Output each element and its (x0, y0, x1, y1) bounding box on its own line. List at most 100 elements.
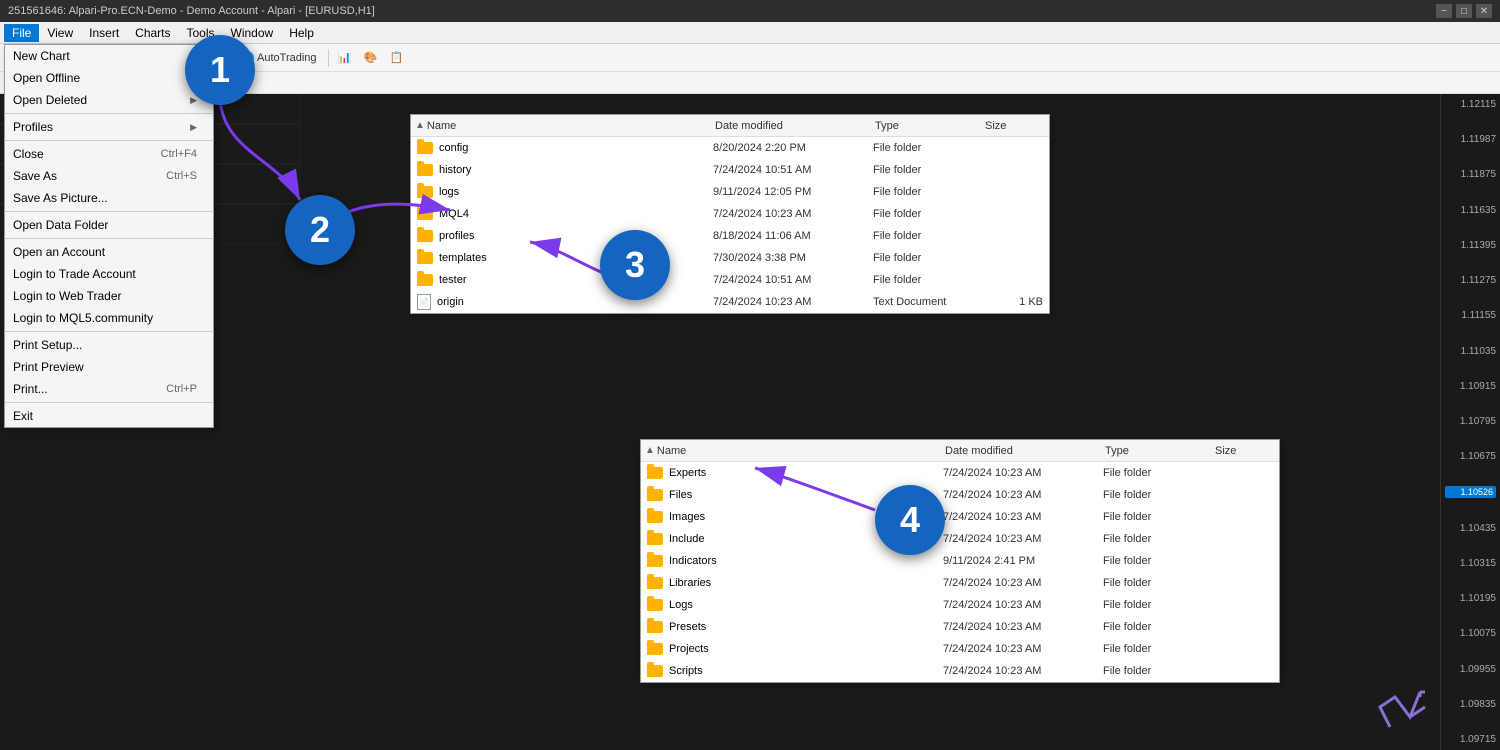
menu-item-login-to-mql5-community[interactable]: Login to MQL5.community (5, 307, 213, 329)
menu-view[interactable]: View (39, 24, 81, 42)
file-type: Text Document (873, 296, 983, 308)
menu-item-save-as-picture-[interactable]: Save As Picture... (5, 187, 213, 209)
menu-item-label: New Chart (13, 49, 70, 63)
menu-separator (5, 113, 213, 114)
folder-icon (647, 555, 663, 567)
file-type: File folder (1103, 489, 1213, 501)
file-name: Presets (669, 621, 943, 633)
folder-icon (647, 577, 663, 589)
file-date: 8/20/2024 2:20 PM (713, 142, 873, 154)
color-btn[interactable]: 🎨 (359, 47, 383, 69)
menu-separator (5, 402, 213, 403)
explorer-header-bottom: ▲ Name Date modified Type Size (641, 440, 1279, 462)
menu-item-label: Exit (13, 409, 33, 423)
menu-insert[interactable]: Insert (81, 24, 127, 42)
col-date-top[interactable]: Date modified (715, 120, 875, 132)
explorer-row[interactable]: MQL4 7/24/2024 10:23 AM File folder (411, 203, 1049, 225)
folder-icon (647, 489, 663, 501)
explorer-row[interactable]: config 8/20/2024 2:20 PM File folder (411, 137, 1049, 159)
title-text: 251561646: Alpari-Pro.ECN-Demo - Demo Ac… (8, 5, 375, 17)
file-type: File folder (873, 252, 983, 264)
col-date-bottom[interactable]: Date modified (945, 445, 1105, 457)
menu-item-open-deleted[interactable]: Open Deleted (5, 89, 213, 111)
explorer-row[interactable]: Presets 7/24/2024 10:23 AM File folder (641, 616, 1279, 638)
explorer-row[interactable]: Include 7/24/2024 10:23 AM File folder (641, 528, 1279, 550)
menu-item-label: Print Setup... (13, 338, 82, 352)
file-type: File folder (1103, 621, 1213, 633)
menu-charts[interactable]: Charts (127, 24, 178, 42)
template-btn[interactable]: 📋 (385, 47, 409, 69)
file-type: File folder (1103, 577, 1213, 589)
explorer-row[interactable]: profiles 8/18/2024 11:06 AM File folder (411, 225, 1049, 247)
explorer-row[interactable]: logs 9/11/2024 12:05 PM File folder (411, 181, 1049, 203)
explorer-row[interactable]: Logs 7/24/2024 10:23 AM File folder (641, 594, 1279, 616)
sort-arrow-top: ▲ (415, 120, 425, 131)
explorer-row[interactable]: templates 7/30/2024 3:38 PM File folder (411, 247, 1049, 269)
explorer-row[interactable]: tester 7/24/2024 10:51 AM File folder (411, 269, 1049, 291)
col-name-bottom[interactable]: Name (657, 445, 686, 457)
menu-item-save-as[interactable]: Save AsCtrl+S (5, 165, 213, 187)
menu-item-print-preview[interactable]: Print Preview (5, 356, 213, 378)
chart-type-btn[interactable]: 📊 (333, 47, 357, 69)
explorer-row[interactable]: Libraries 7/24/2024 10:23 AM File folder (641, 572, 1279, 594)
menu-item-login-to-web-trader[interactable]: Login to Web Trader (5, 285, 213, 307)
file-date: 7/30/2024 3:38 PM (713, 252, 873, 264)
file-name: Indicators (669, 555, 943, 567)
menu-item-label: Open an Account (13, 245, 105, 259)
col-size-bottom[interactable]: Size (1215, 445, 1275, 457)
explorer-row[interactable]: 📄origin 7/24/2024 10:23 AM Text Document… (411, 291, 1049, 313)
price-2: 1.11987 (1445, 134, 1496, 145)
col-type-bottom[interactable]: Type (1105, 445, 1215, 457)
explorer-row[interactable]: Projects 7/24/2024 10:23 AM File folder (641, 638, 1279, 660)
menu-item-open-data-folder[interactable]: Open Data Folder (5, 214, 213, 236)
col-size-top[interactable]: Size (985, 120, 1045, 132)
file-type: File folder (873, 142, 983, 154)
price-11: 1.10675 (1445, 451, 1496, 462)
col-type-top[interactable]: Type (875, 120, 985, 132)
explorer-row[interactable]: Scripts 7/24/2024 10:23 AM File folder (641, 660, 1279, 682)
file-type: File folder (1103, 665, 1213, 677)
file-date: 7/24/2024 10:51 AM (713, 164, 873, 176)
file-name: Libraries (669, 577, 943, 589)
explorer-row[interactable]: Files 7/24/2024 10:23 AM File folder (641, 484, 1279, 506)
menu-item-label: Login to Trade Account (13, 267, 136, 281)
menu-item-print-setup-[interactable]: Print Setup... (5, 334, 213, 356)
menu-item-label: Print Preview (13, 360, 84, 374)
menu-item-open-an-account[interactable]: Open an Account (5, 241, 213, 263)
folder-icon (647, 599, 663, 611)
minimize-button[interactable]: − (1436, 4, 1452, 18)
explorer-row[interactable]: Experts 7/24/2024 10:23 AM File folder (641, 462, 1279, 484)
file-date: 8/18/2024 11:06 AM (713, 230, 873, 242)
explorer-row[interactable]: Images 7/24/2024 10:23 AM File folder (641, 506, 1279, 528)
step-2: 2 (285, 195, 355, 265)
file-type: File folder (873, 164, 983, 176)
menu-item-close[interactable]: CloseCtrl+F4 (5, 143, 213, 165)
file-name: Experts (669, 467, 943, 479)
file-type: File folder (1103, 467, 1213, 479)
file-name: Scripts (669, 665, 943, 677)
menu-item-open-offline[interactable]: Open Offline (5, 67, 213, 89)
file-date: 7/24/2024 10:23 AM (943, 467, 1103, 479)
menu-help[interactable]: Help (281, 24, 322, 42)
menu-file[interactable]: File (4, 24, 39, 42)
menu-item-exit[interactable]: Exit (5, 405, 213, 427)
maximize-button[interactable]: □ (1456, 4, 1472, 18)
price-axis: 1.12115 1.11987 1.11875 1.11635 1.11395 … (1440, 94, 1500, 750)
file-name: MQL4 (439, 208, 713, 220)
menu-item-print-[interactable]: Print...Ctrl+P (5, 378, 213, 400)
price-17: 1.09835 (1445, 699, 1496, 710)
folder-icon (417, 230, 433, 242)
col-name-top[interactable]: Name (427, 120, 456, 132)
menu-item-new-chart[interactable]: New Chart (5, 45, 213, 67)
close-button[interactable]: ✕ (1476, 4, 1492, 18)
file-name: history (439, 164, 713, 176)
file-name: Logs (669, 599, 943, 611)
step-4: 4 (875, 485, 945, 555)
explorer-row[interactable]: Indicators 9/11/2024 2:41 PM File folder (641, 550, 1279, 572)
menu-item-login-to-trade-account[interactable]: Login to Trade Account (5, 263, 213, 285)
explorer-row[interactable]: history 7/24/2024 10:51 AM File folder (411, 159, 1049, 181)
folder-icon (417, 142, 433, 154)
file-icon: 📄 (417, 294, 431, 310)
file-explorer-top: ▲ Name Date modified Type Size config 8/… (410, 114, 1050, 314)
menu-item-profiles[interactable]: Profiles (5, 116, 213, 138)
